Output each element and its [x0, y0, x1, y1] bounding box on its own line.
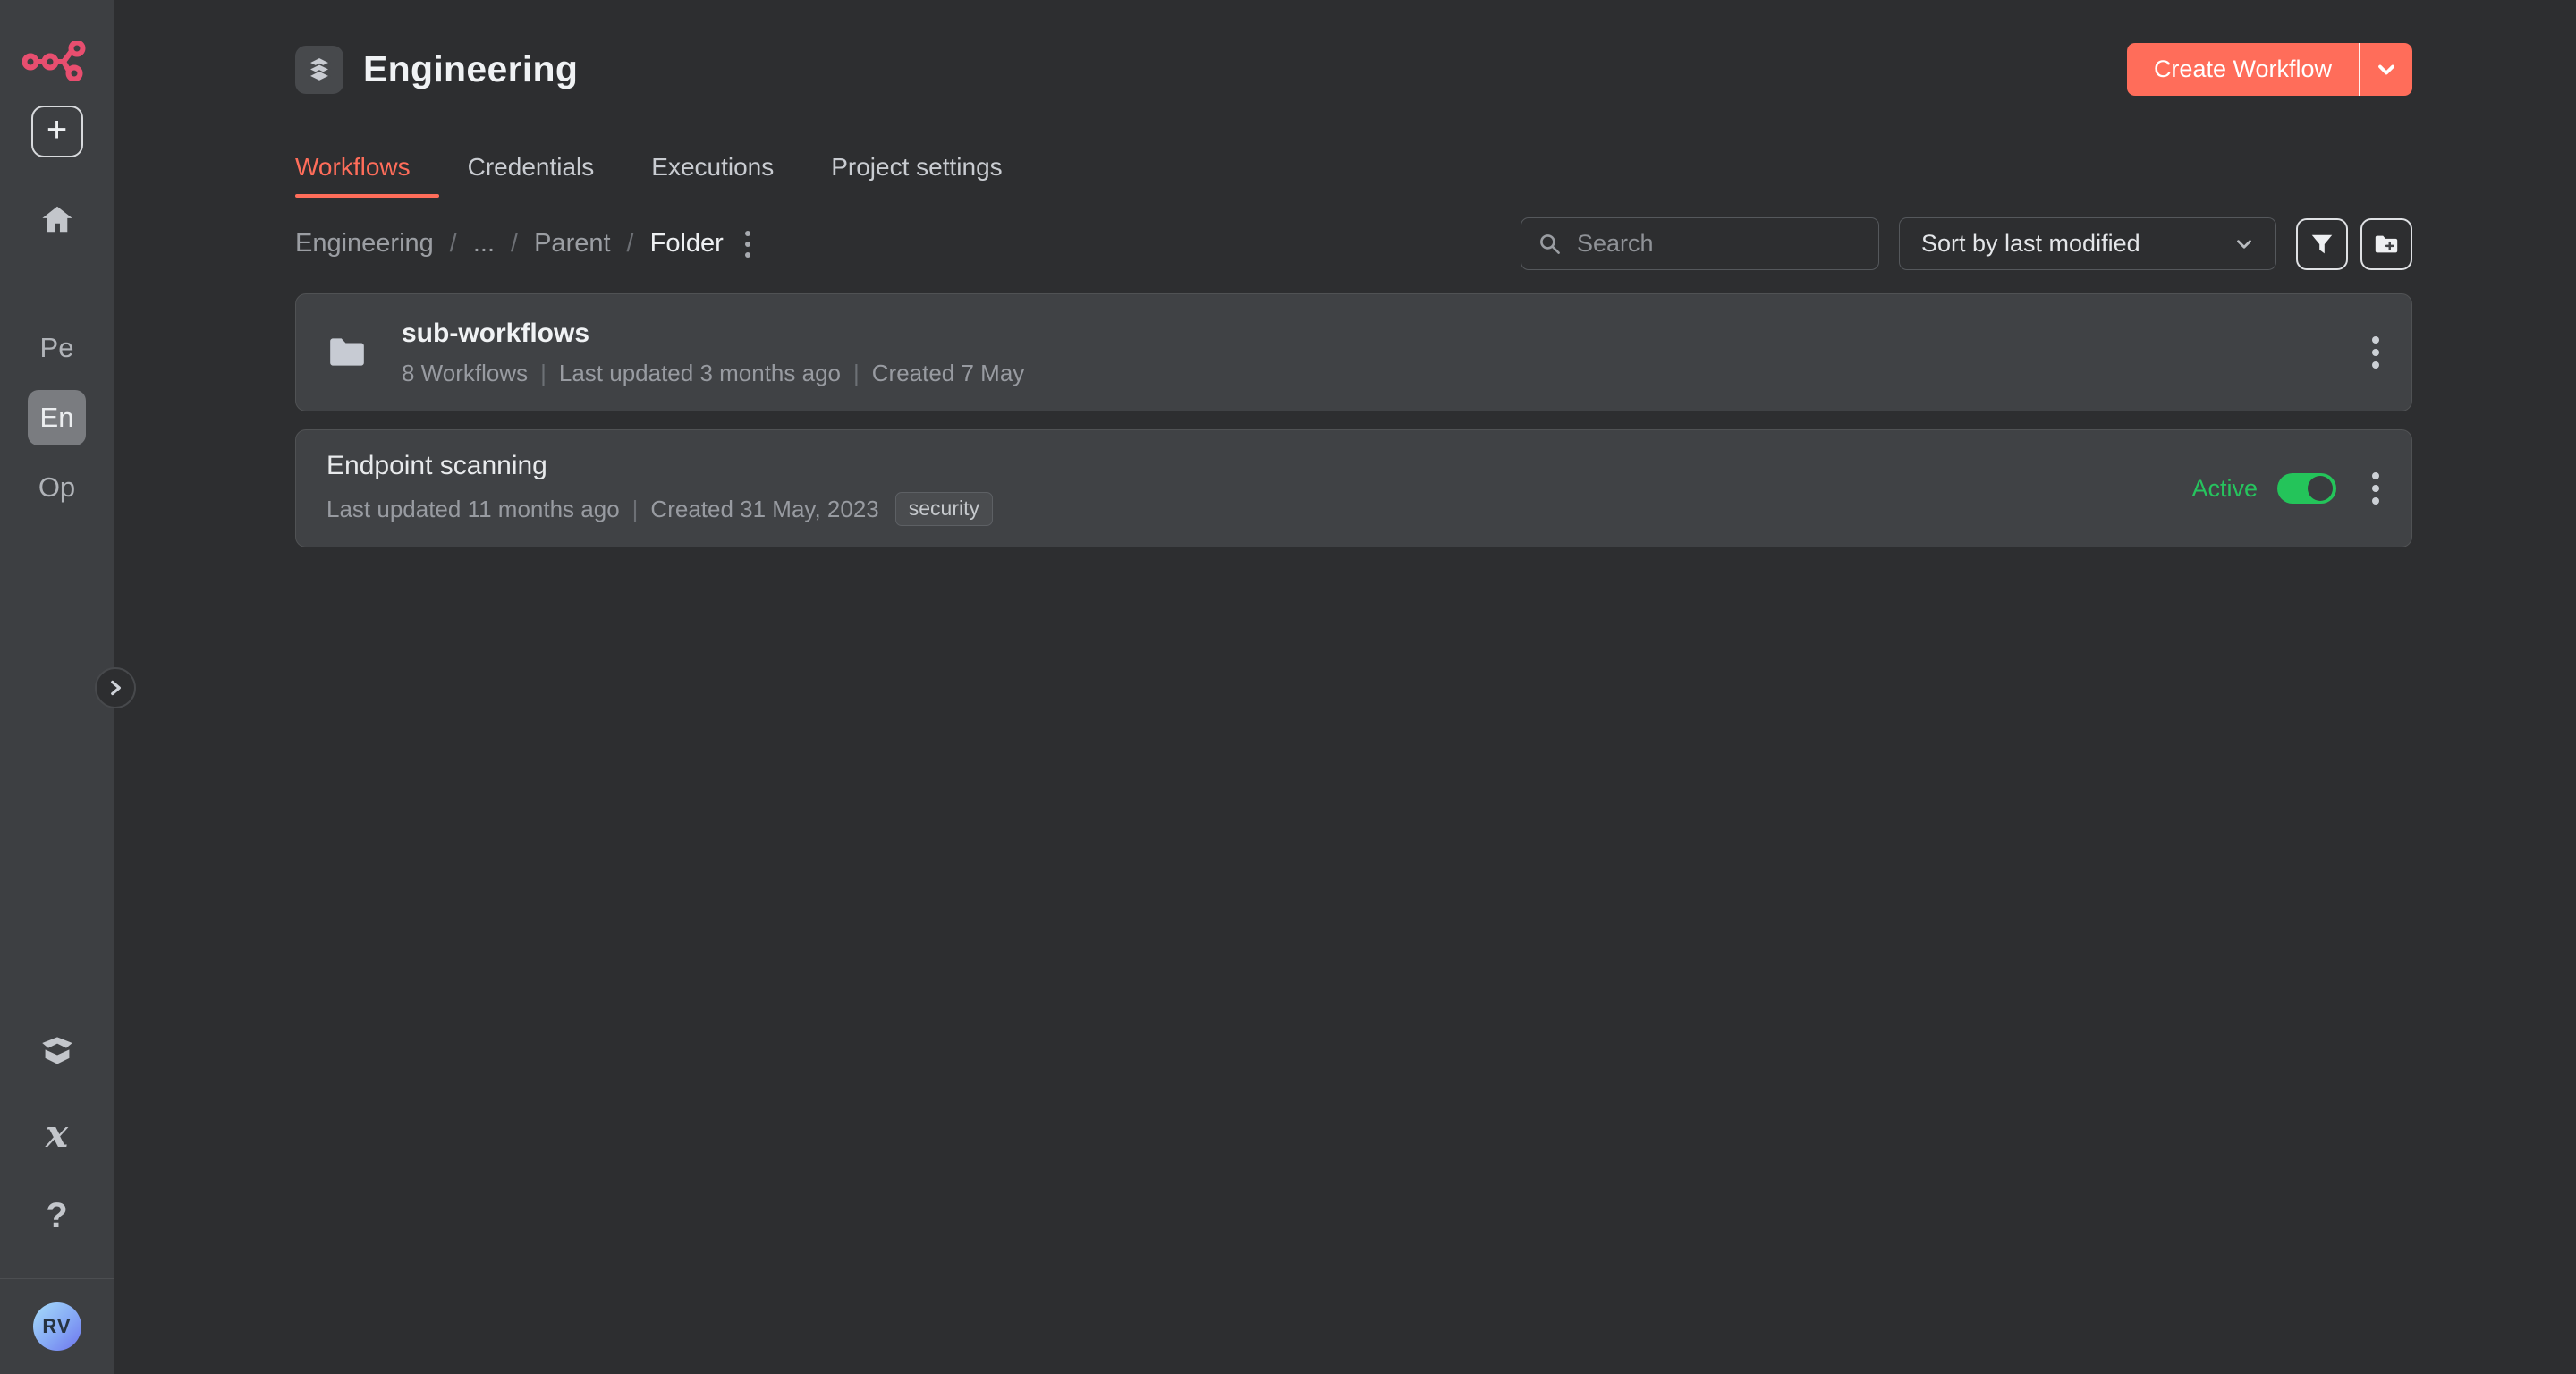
add-button[interactable]: +	[31, 106, 83, 157]
card-actions-kebab-icon[interactable]	[2367, 464, 2385, 513]
create-workflow-button[interactable]: Create Workflow	[2127, 43, 2359, 96]
folder-actions-kebab-icon[interactable]	[741, 225, 754, 264]
tab-project-settings[interactable]: Project settings	[831, 153, 1002, 198]
search-input-wrapper	[1521, 217, 1879, 270]
help-icon[interactable]: ?	[46, 1196, 67, 1235]
create-workflow-dropdown-button[interactable]	[2359, 43, 2412, 96]
main-content: Engineering Create Workflow Workflows Cr…	[114, 0, 2576, 1374]
expand-sidebar-button[interactable]	[95, 667, 136, 708]
project-layers-icon	[295, 46, 343, 94]
workflow-list: sub-workflows 8 Workflows | Last updated…	[295, 293, 2412, 547]
n8n-logo	[22, 41, 92, 81]
sidebar-item-project-pe[interactable]: Pe	[28, 320, 87, 376]
page-title: Engineering	[363, 48, 578, 90]
tab-workflows[interactable]: Workflows	[295, 153, 411, 198]
tab-bar: Workflows Credentials Executions Project…	[295, 153, 2412, 198]
tag-security[interactable]: security	[895, 492, 993, 526]
chevron-down-icon	[2233, 233, 2256, 256]
filter-button[interactable]	[2296, 218, 2348, 270]
sidebar-divider	[0, 1278, 114, 1279]
sidebar-item-project-en[interactable]: En	[28, 390, 87, 445]
workflow-card-endpoint-scanning[interactable]: Endpoint scanning Last updated 11 months…	[295, 429, 2412, 547]
search-icon	[1538, 232, 1563, 257]
home-icon[interactable]	[39, 202, 75, 238]
sort-dropdown[interactable]: Sort by last modified	[1899, 217, 2276, 270]
templates-box-icon[interactable]	[40, 1031, 74, 1071]
new-folder-button[interactable]	[2360, 218, 2412, 270]
sidebar-bottom: x ?	[40, 1031, 74, 1278]
breadcrumb-item-current-folder: Folder	[650, 229, 724, 259]
card-title: sub-workflows	[402, 318, 1024, 349]
breadcrumb-item-engineering[interactable]: Engineering	[295, 229, 434, 259]
active-toggle[interactable]	[2277, 473, 2336, 504]
variables-icon[interactable]: x	[46, 1114, 68, 1153]
chevron-down-icon	[2374, 57, 2399, 82]
card-title: Endpoint scanning	[326, 451, 993, 481]
breadcrumb-item-parent[interactable]: Parent	[534, 229, 610, 259]
status-label: Active	[2191, 475, 2258, 503]
create-workflow-split-button: Create Workflow	[2127, 43, 2412, 96]
project-list: Pe En Op	[26, 320, 88, 515]
filter-funnel-icon	[2309, 231, 2335, 258]
tab-executions[interactable]: Executions	[651, 153, 774, 198]
sidebar: + Pe En Op x ? RV	[0, 0, 114, 1374]
header: Engineering Create Workflow	[295, 43, 2412, 96]
avatar[interactable]: RV	[33, 1302, 81, 1351]
toolbar: Engineering / ... / Parent / Folder Sort…	[295, 217, 2412, 270]
folder-plus-icon	[2373, 231, 2400, 258]
card-actions-kebab-icon[interactable]	[2367, 328, 2385, 377]
sidebar-item-project-op[interactable]: Op	[26, 460, 88, 515]
toolbar-right: Sort by last modified	[1521, 217, 2412, 270]
breadcrumb: Engineering / ... / Parent / Folder	[295, 225, 754, 264]
folder-icon	[326, 332, 368, 373]
search-input[interactable]	[1577, 230, 1862, 258]
card-meta: Last updated 11 months ago | Created 31 …	[326, 492, 993, 526]
breadcrumb-item-ellipsis[interactable]: ...	[473, 229, 495, 259]
folder-card-sub-workflows[interactable]: sub-workflows 8 Workflows | Last updated…	[295, 293, 2412, 411]
tab-credentials[interactable]: Credentials	[468, 153, 595, 198]
card-meta: 8 Workflows | Last updated 3 months ago …	[402, 360, 1024, 387]
